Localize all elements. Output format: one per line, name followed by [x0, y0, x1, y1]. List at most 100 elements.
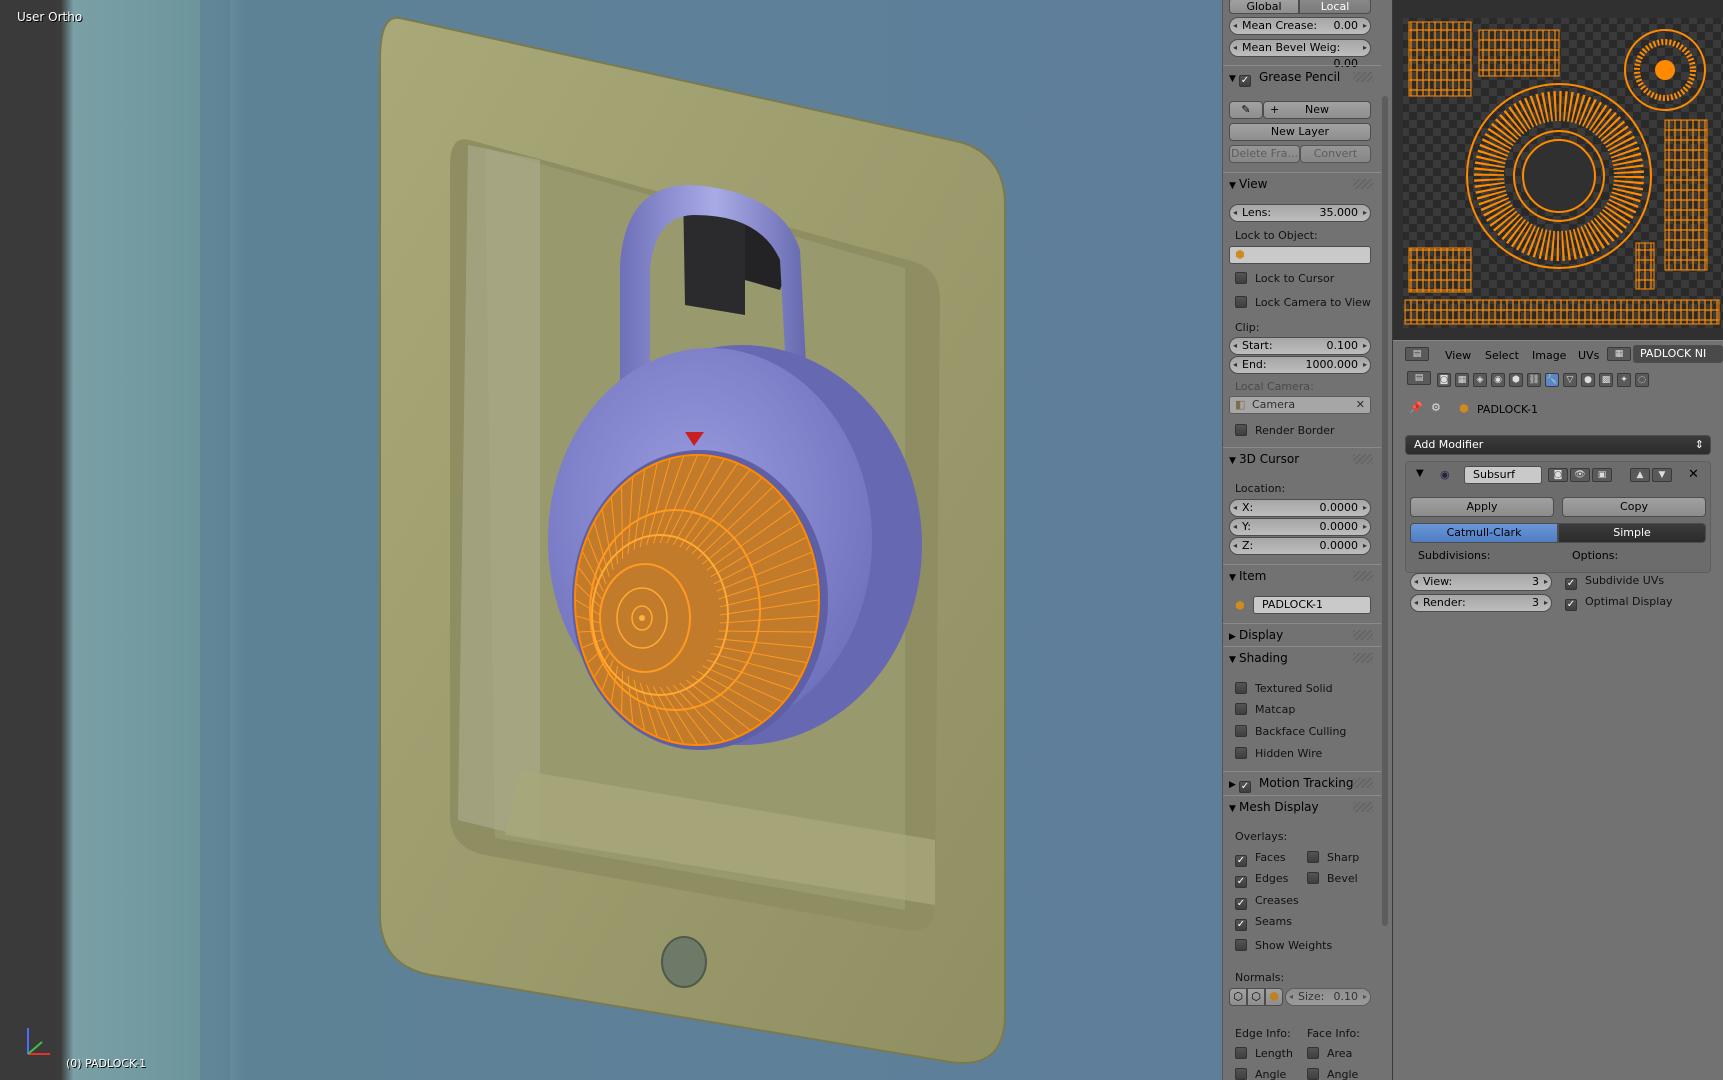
move-down-icon[interactable]: ▼ [1652, 468, 1672, 482]
clear-icon[interactable]: ✕ [1356, 397, 1365, 413]
render-levels-field[interactable]: Render:3 [1410, 594, 1552, 612]
uv-menu-view[interactable]: View [1445, 349, 1471, 362]
props-editor-type-icon[interactable]: ▤ [1407, 371, 1431, 385]
new-layer-button[interactable]: New Layer [1229, 123, 1371, 141]
move-up-icon[interactable]: ▲ [1630, 468, 1650, 482]
normals-label: Normals: [1235, 971, 1285, 984]
show-weights-checkbox[interactable]: Show Weights [1235, 939, 1332, 953]
uv-menu-select[interactable]: Select [1485, 349, 1519, 362]
editor-type-icon[interactable]: ▤ [1405, 347, 1429, 361]
tab-data-icon[interactable]: ▽ [1563, 373, 1577, 387]
3d-viewport[interactable]: User Ortho (0) PADLOCK-1 [0, 0, 1222, 1080]
lock-camera-checkbox[interactable]: Lock Camera to View [1235, 296, 1371, 310]
faces-checkbox[interactable]: ✓ Faces [1235, 851, 1286, 867]
hidden-wire-checkbox[interactable]: Hidden Wire [1235, 747, 1322, 761]
camera-icon: ◧ [1235, 398, 1246, 411]
mean-crease-field[interactable]: Mean Crease:0.00 [1229, 17, 1371, 35]
tab-scene-icon[interactable]: ◈ [1473, 373, 1487, 387]
sharp-checkbox[interactable]: Sharp [1307, 851, 1359, 865]
local-toggle[interactable]: Local [1299, 0, 1371, 14]
global-toggle[interactable]: Global [1229, 0, 1299, 14]
convert-button[interactable]: Convert [1300, 145, 1371, 163]
clip-start-field[interactable]: Start:0.100 [1229, 337, 1371, 355]
edges-checkbox[interactable]: ✓ Edges [1235, 872, 1288, 888]
creases-checkbox[interactable]: ✓ Creases [1235, 894, 1299, 910]
vertex-normals-icon[interactable]: ⬡ [1229, 988, 1247, 1006]
bevel-checkbox[interactable]: Bevel [1307, 872, 1358, 886]
remove-modifier-icon[interactable]: ✕ [1688, 467, 1699, 482]
mean-bevel-field[interactable]: Mean Bevel Weig:0.00 [1229, 39, 1371, 70]
shading-panel-header[interactable]: ▼ Shading [1223, 646, 1381, 668]
properties-sidebar: Global Local Mean Crease:0.00 Mean Bevel… [1222, 0, 1392, 1080]
pin-icon[interactable]: 📌 [1409, 401, 1423, 414]
edge-angle-checkbox[interactable]: Angle [1235, 1068, 1286, 1080]
new-grease-button[interactable]: + New [1263, 101, 1371, 119]
face-angle-checkbox[interactable]: Angle [1307, 1068, 1358, 1080]
normals-size-field[interactable]: Size:0.10 [1285, 988, 1371, 1006]
display-panel-header[interactable]: ▶ Display [1223, 623, 1381, 645]
item-panel-header[interactable]: ▼ Item [1223, 564, 1381, 586]
copy-button[interactable]: Copy [1562, 497, 1706, 517]
catmull-clark-button[interactable]: Catmull-Clark [1410, 523, 1558, 543]
lock-object-field[interactable]: ⬢ [1229, 246, 1371, 264]
tab-physics-icon[interactable]: ◌ [1635, 373, 1649, 387]
subdivide-uvs-checkbox[interactable]: ✓ Subdivide UVs [1565, 574, 1664, 590]
loop-normals-icon[interactable]: ⬡ [1247, 988, 1265, 1006]
seams-checkbox[interactable]: ✓ Seams [1235, 915, 1292, 931]
modifier-context-icon: ⚙ [1431, 401, 1441, 414]
face-normals-icon[interactable]: ⬢ [1265, 988, 1283, 1006]
tab-particles-icon[interactable]: ✦ [1617, 373, 1631, 387]
location-label: Location: [1235, 482, 1286, 495]
apply-button[interactable]: Apply [1410, 497, 1554, 517]
uv-editor[interactable] [1393, 0, 1723, 340]
mesh-display-header[interactable]: ▼ Mesh Display [1223, 795, 1381, 817]
viewport-scene[interactable] [0, 0, 1222, 1080]
lens-field[interactable]: Lens:35.000 [1229, 204, 1371, 222]
tab-texture-icon[interactable]: ▩ [1599, 373, 1613, 387]
overlays-label: Overlays: [1235, 830, 1288, 843]
delete-frame-button[interactable]: Delete Fra... [1229, 145, 1300, 163]
lock-to-cursor-checkbox[interactable]: Lock to Cursor [1235, 272, 1334, 286]
pencil-icon[interactable]: ✎ [1229, 101, 1263, 119]
image-name-field[interactable]: PADLOCK NI [1633, 345, 1723, 363]
face-area-checkbox[interactable]: Area [1307, 1047, 1352, 1061]
view-panel-header[interactable]: ▼ View [1223, 172, 1381, 194]
edge-length-checkbox[interactable]: Length [1235, 1047, 1293, 1061]
textured-solid-checkbox[interactable]: Textured Solid [1235, 682, 1333, 696]
object-context-icon: ⬢ [1459, 402, 1469, 415]
cube-icon: ⬢ [1235, 248, 1245, 261]
cursor-x-field[interactable]: X:0.0000 [1229, 499, 1371, 517]
sidebar-scrollbar[interactable] [1382, 96, 1388, 926]
motion-tracking-header[interactable]: ▶ ✓ Motion Tracking [1223, 771, 1381, 793]
viewport-toggle-icon[interactable]: 👁 [1570, 468, 1590, 482]
matcap-checkbox[interactable]: Matcap [1235, 703, 1295, 717]
editmode-toggle-icon[interactable]: ▣ [1592, 468, 1612, 482]
render-border-checkbox[interactable]: Render Border [1235, 424, 1335, 438]
uv-menu-image[interactable]: Image [1532, 349, 1566, 362]
local-camera-field[interactable]: ◧ Camera ✕ [1229, 396, 1371, 414]
view-levels-field[interactable]: View:3 [1410, 573, 1552, 591]
tab-layers-icon[interactable]: ▦ [1455, 373, 1469, 387]
item-name-field[interactable]: PADLOCK-1 [1253, 596, 1371, 614]
backface-culling-checkbox[interactable]: Backface Culling [1235, 725, 1346, 739]
image-browse-icon[interactable]: ▦ [1607, 347, 1631, 361]
grease-pencil-header[interactable]: ▼ ✓ Grease Pencil [1223, 65, 1381, 87]
modifier-name-field[interactable]: Subsurf [1464, 466, 1542, 484]
cursor-panel-header[interactable]: ▼ 3D Cursor [1223, 447, 1381, 469]
tab-object-icon[interactable]: ⬢ [1509, 373, 1523, 387]
tab-material-icon[interactable]: ● [1581, 373, 1595, 387]
tab-modifiers-icon[interactable]: 🔧 [1545, 373, 1559, 387]
cursor-y-field[interactable]: Y:0.0000 [1229, 518, 1371, 536]
simple-button[interactable]: Simple [1558, 523, 1706, 543]
tab-render-icon[interactable]: ◙ [1437, 373, 1451, 387]
collapse-modifier-icon[interactable]: ▼ [1416, 468, 1424, 479]
render-toggle-icon[interactable]: ◙ [1548, 468, 1568, 482]
clip-end-field[interactable]: End:1000.000 [1229, 356, 1371, 374]
uv-layout-canvas[interactable] [1393, 0, 1723, 340]
tab-constraints-icon[interactable]: ⛓ [1527, 373, 1541, 387]
add-modifier-dropdown[interactable]: Add Modifier ⇕ [1405, 435, 1711, 455]
uv-menu-uvs[interactable]: UVs [1578, 349, 1599, 362]
tab-world-icon[interactable]: ◉ [1491, 373, 1505, 387]
cursor-z-field[interactable]: Z:0.0000 [1229, 537, 1371, 555]
optimal-display-checkbox[interactable]: ✓ Optimal Display [1565, 595, 1673, 611]
